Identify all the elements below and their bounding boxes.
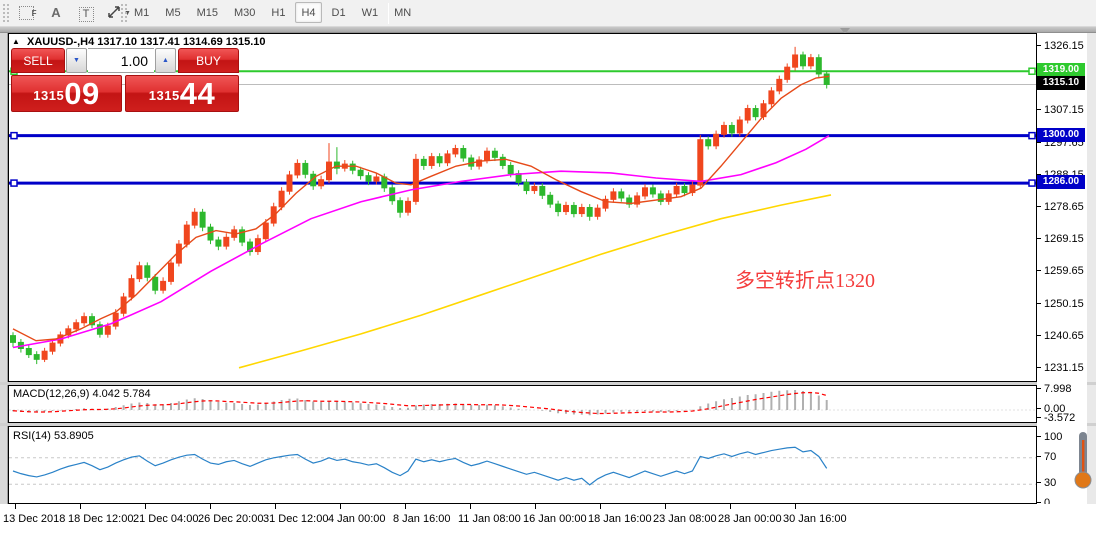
time-tick: [15, 504, 16, 509]
diagonal-arrows-icon: [108, 6, 120, 18]
sell-price-digits: 09: [64, 76, 100, 111]
price-tick: 1326.15: [1037, 40, 1084, 52]
thermometer-icon[interactable]: [1073, 430, 1093, 492]
rsi-panel[interactable]: [8, 426, 1037, 504]
fibonacci-tool-button[interactable]: F: [14, 2, 38, 24]
price-tick: 1231.15: [1037, 362, 1084, 374]
timeframe-button-m5[interactable]: M5: [159, 2, 186, 23]
time-tick: [145, 504, 146, 509]
time-label: 21 Dec 04:00: [133, 513, 199, 525]
price-tag-1300.00: 1300.00: [1037, 127, 1085, 142]
timeframe-button-m15[interactable]: M15: [191, 2, 224, 23]
time-tick: [795, 504, 796, 509]
time-label: 23 Jan 08:00: [653, 513, 717, 525]
toolbar: F A T ▼ M1M5M15M30H1H4D1W1MN: [0, 0, 1096, 27]
sell-price-display[interactable]: 131509: [11, 75, 122, 112]
mt4-window: F A T ▼ M1M5M15M30H1H4D1W1MN ▲ XAUUSD-,H…: [0, 0, 1096, 533]
toolbar-grip-2[interactable]: [120, 4, 128, 23]
time-label: 16 Jan 00:00: [523, 513, 587, 525]
volume-input[interactable]: [88, 48, 154, 73]
macd-panel[interactable]: [8, 385, 1037, 423]
one-click-trading-widget: SELL ▼ ▲ BUY 131509 131544: [11, 48, 239, 112]
time-label: 28 Jan 00:00: [718, 513, 782, 525]
time-label: 11 Jan 08:00: [458, 513, 521, 525]
time-label: 4 Jan 00:00: [328, 513, 386, 525]
price-tick: 1250.15: [1037, 298, 1084, 310]
time-tick: [535, 504, 536, 509]
price-tick: 1307.15: [1037, 104, 1084, 116]
time-label: 13 Dec 2018: [3, 513, 66, 525]
rsi-axis-tick: 70: [1037, 451, 1056, 463]
time-label: 8 Jan 16:00: [393, 513, 451, 525]
ohlc-open: 1317.10: [97, 36, 138, 48]
toolbar-grip[interactable]: [2, 4, 10, 23]
text-label-tool-button[interactable]: T: [74, 2, 98, 24]
timeframe-button-w1[interactable]: W1: [356, 2, 385, 23]
volume-increase-button[interactable]: ▲: [155, 48, 176, 73]
time-tick: [405, 504, 406, 509]
time-tick: [470, 504, 471, 509]
time-axis[interactable]: 13 Dec 2018 18 Dec 12:00 21 Dec 04:00 26 De…: [0, 504, 1096, 533]
buy-price-display[interactable]: 131544: [125, 75, 239, 112]
price-tag-1315.10: 1315.10: [1037, 76, 1085, 91]
price-tick: 1240.65: [1037, 330, 1084, 342]
timeframe-button-h1[interactable]: H1: [265, 2, 291, 23]
price-tick: 1259.65: [1037, 265, 1084, 277]
chart-annotation-text: 多空转折点1320: [735, 270, 875, 292]
timeframe-button-d1[interactable]: D1: [326, 2, 352, 23]
time-label: 30 Jan 16:00: [783, 513, 847, 525]
symbol-label: XAUUSD-,H4: [26, 36, 95, 48]
ohlc-close: 1315.10: [225, 36, 266, 48]
buy-button[interactable]: BUY: [178, 48, 239, 73]
sell-button[interactable]: SELL: [11, 48, 65, 73]
timeframe-button-h4[interactable]: H4: [295, 2, 322, 23]
time-label: 18 Jan 16:00: [588, 513, 652, 525]
macd-label: MACD(12,26,9) 4.042 5.784: [13, 388, 151, 400]
letter-a-icon: A: [51, 5, 61, 20]
symbol-collapse-icon[interactable]: ▲: [12, 37, 20, 46]
timeframe-button-m1[interactable]: M1: [128, 2, 155, 23]
time-tick: [275, 504, 276, 509]
time-tick: [600, 504, 601, 509]
rsi-label: RSI(14) 53.8905: [13, 430, 94, 442]
volume-decrease-button[interactable]: ▼: [66, 48, 87, 73]
sell-price-prefix: 1315: [33, 88, 65, 103]
price-tag-1286.00: 1286.00: [1037, 175, 1085, 190]
timeframe-button-m30[interactable]: M30: [228, 2, 261, 23]
macd-axis-min: -3.572: [1037, 412, 1075, 424]
time-label: 18 Dec 12:00: [68, 513, 134, 525]
ohlc-high: 1317.41: [140, 36, 180, 48]
macd-canvas[interactable]: [9, 386, 1036, 422]
toolbar-separator: [388, 3, 389, 24]
text-tool-button[interactable]: A: [44, 2, 68, 24]
rsi-axis-tick: 100: [1037, 431, 1062, 443]
rsi-axis-tick: 30: [1037, 477, 1056, 489]
window-left-edge: [0, 33, 8, 533]
letter-t-icon: T: [78, 7, 94, 22]
buy-price-prefix: 1315: [148, 88, 180, 103]
buy-price-digits: 44: [179, 76, 216, 111]
price-tick: 1278.65: [1037, 201, 1084, 213]
price-tick: 1269.15: [1037, 233, 1084, 245]
timeframe-bar: M1 M5 M15 M30 H1 H4 D1 W1 MN: [128, 2, 421, 25]
rsi-canvas[interactable]: [9, 427, 1036, 503]
time-tick: [665, 504, 666, 509]
time-tick: [210, 504, 211, 509]
time-tick: [340, 504, 341, 509]
time-label: 26 Dec 20:00: [198, 513, 264, 525]
chart-ohlc-header: ▲ XAUUSD-,H4 1317.10 1317.41 1314.69 131…: [12, 36, 266, 48]
macd-axis-max: 7.998: [1037, 383, 1072, 395]
price-tag-1319.00: 1319.00: [1037, 63, 1085, 78]
ohlc-low: 1314.69: [182, 36, 223, 48]
time-label: 31 Dec 12:00: [263, 513, 329, 525]
time-tick: [80, 504, 81, 509]
time-tick: [730, 504, 731, 509]
fibonacci-icon: F: [18, 6, 37, 20]
timeframe-button-mn[interactable]: MN: [388, 2, 417, 23]
